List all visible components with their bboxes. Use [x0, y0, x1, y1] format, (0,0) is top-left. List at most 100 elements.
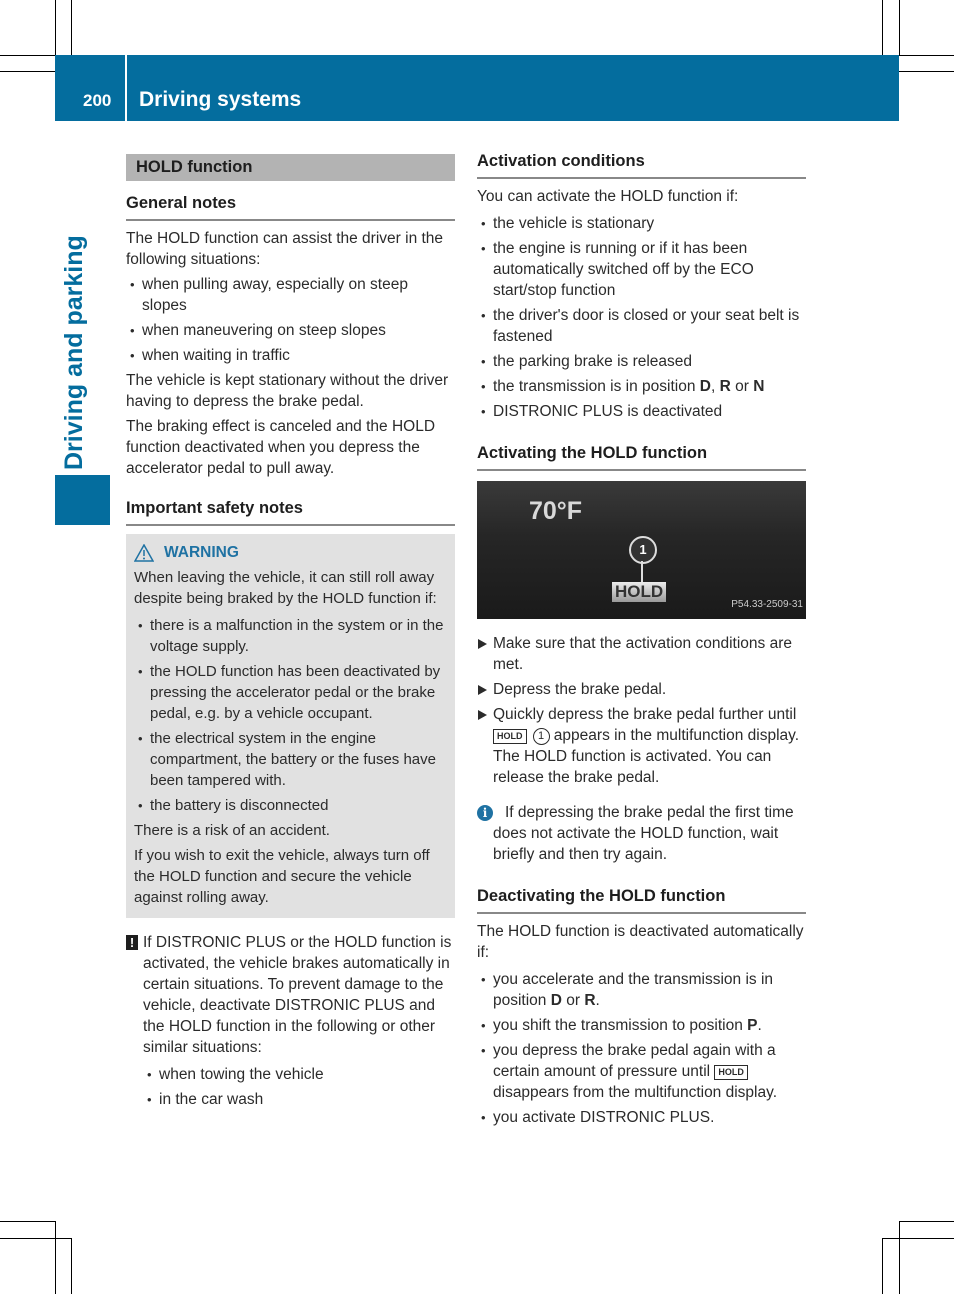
- text: you shift the transmission to position: [493, 1017, 748, 1034]
- warning-list: there is a malfunction in the system or …: [134, 615, 447, 816]
- list-item: the driver's door is closed or your seat…: [477, 305, 806, 347]
- list-item: in the car wash: [143, 1089, 455, 1110]
- paragraph: The vehicle is kept stationary without t…: [126, 372, 449, 410]
- warning-triangle-icon: [134, 543, 154, 562]
- gear-p: P: [747, 1017, 758, 1034]
- list-item: you depress the brake pedal again with a…: [477, 1040, 806, 1103]
- image-code: P54.33-2509-31: [731, 599, 803, 610]
- step: Quickly depress the brake pedal further …: [477, 704, 806, 788]
- notice: ! If DISTRONIC PLUS or the HOLD function…: [126, 932, 455, 1110]
- crop-mark: [0, 1221, 55, 1222]
- deactivating-heading: Deactivating the HOLD function: [477, 885, 806, 914]
- info-icon: i: [477, 805, 493, 821]
- general-notes-intro: The HOLD function can assist the driver …: [126, 230, 444, 268]
- crop-mark: [0, 55, 55, 56]
- text: or: [561, 992, 585, 1009]
- activating-heading: Activating the HOLD function: [477, 442, 806, 471]
- step: Make sure that the activation conditions…: [477, 633, 806, 675]
- crop-mark: [0, 1238, 71, 1239]
- temperature-readout: 70°F: [529, 497, 583, 525]
- advice-text: If you wish to exit the vehicle, always …: [134, 847, 430, 906]
- list-item: the electrical system in the engine comp…: [134, 728, 447, 791]
- crop-mark: [71, 0, 72, 55]
- list-item: you accelerate and the transmission is i…: [477, 969, 806, 1011]
- callout-line: [641, 561, 643, 583]
- crop-mark: [0, 71, 55, 72]
- activation-steps: Make sure that the activation conditions…: [477, 633, 806, 788]
- list-item: the engine is running or if it has been …: [477, 238, 806, 301]
- risk-text: There is a risk of an accident.: [134, 822, 330, 839]
- gear-n: N: [753, 378, 765, 395]
- list-item: the transmission is in position D, R or …: [477, 376, 806, 397]
- warning-header: WARNING: [134, 542, 447, 563]
- chapter-title: Driving systems: [139, 88, 302, 111]
- notice-text: If DISTRONIC PLUS or the HOLD function i…: [143, 934, 452, 1056]
- text: you accelerate and the transmission is i…: [493, 971, 774, 1009]
- multifunction-display-image: 70°F 1 HOLD P54.33-2509-31: [477, 481, 806, 619]
- list-item: when towing the vehicle: [143, 1064, 455, 1085]
- deactivating-intro: The HOLD function is deactivated automat…: [477, 923, 804, 961]
- info-note: i If depressing the brake pedal the firs…: [477, 802, 806, 865]
- callout-marker: 1: [629, 536, 657, 564]
- list-item: when maneuvering on steep slopes: [126, 320, 455, 341]
- side-tab-marker: [55, 475, 110, 525]
- text: disappears from the multifunction displa…: [493, 1084, 778, 1101]
- crop-mark: [882, 1238, 954, 1239]
- notice-list: when towing the vehicle in the car wash: [143, 1064, 455, 1110]
- side-tab-label: Driving and parking: [60, 235, 88, 470]
- callout-number-icon: 1: [532, 728, 550, 745]
- list-item: the parking brake is released: [477, 351, 806, 372]
- text: .: [595, 992, 600, 1009]
- list-item: when waiting in traffic: [126, 345, 455, 366]
- warning-box: WARNING When leaving the vehicle, it can…: [126, 534, 455, 918]
- crop-mark: [55, 0, 56, 55]
- crop-mark: [899, 1221, 900, 1294]
- text: Quickly depress the brake pedal further …: [493, 706, 797, 723]
- activation-list: the vehicle is stationary the engine is …: [477, 213, 806, 422]
- section-title: HOLD function: [126, 154, 455, 181]
- text: appears in the multifunction display.: [549, 727, 800, 744]
- gear-d: D: [699, 378, 711, 395]
- list-item: the vehicle is stationary: [477, 213, 806, 234]
- crop-mark: [55, 1221, 56, 1294]
- gear-r: R: [584, 992, 596, 1009]
- crop-mark: [899, 55, 954, 56]
- hold-badge-icon: HOLD: [493, 729, 527, 744]
- safety-notes-heading: Important safety notes: [126, 497, 455, 526]
- page-header: 200 Driving systems: [55, 55, 899, 121]
- deactivation-list: you accelerate and the transmission is i…: [477, 969, 806, 1128]
- hold-badge-icon: HOLD: [714, 1065, 748, 1080]
- right-column: Activation conditions You can activate t…: [477, 150, 806, 1132]
- general-notes-heading: General notes: [126, 192, 455, 221]
- gear-r: R: [719, 378, 731, 395]
- list-item: you shift the transmission to position P…: [477, 1015, 806, 1036]
- crop-mark: [899, 1221, 954, 1222]
- crop-mark: [899, 71, 954, 72]
- warning-intro: When leaving the vehicle, it can still r…: [134, 569, 437, 607]
- list-item: the battery is disconnected: [134, 795, 447, 816]
- warning-label: WARNING: [164, 544, 239, 561]
- situations-list: when pulling away, especially on steep s…: [126, 274, 455, 366]
- list-item: the HOLD function has been deactivated b…: [134, 661, 447, 724]
- list-item: you activate DISTRONIC PLUS.: [477, 1107, 806, 1128]
- crop-mark: [882, 1238, 883, 1294]
- list-item: when pulling away, especially on steep s…: [126, 274, 455, 316]
- hold-indicator: HOLD: [612, 582, 667, 602]
- info-text: If depressing the brake pedal the first …: [493, 804, 794, 863]
- header-divider: [125, 55, 127, 121]
- crop-mark: [71, 1238, 72, 1294]
- text: or: [730, 378, 754, 395]
- paragraph: The braking effect is canceled and the H…: [126, 418, 436, 477]
- activation-intro: You can activate the HOLD function if:: [477, 188, 739, 205]
- activation-conditions-heading: Activation conditions: [477, 150, 806, 179]
- list-item: DISTRONIC PLUS is deactivated: [477, 401, 806, 422]
- left-column: HOLD function General notes The HOLD fun…: [126, 154, 455, 1114]
- gear-d: D: [550, 992, 562, 1009]
- text: the transmission is in position: [493, 378, 700, 395]
- exclamation-icon: !: [126, 935, 138, 950]
- list-item: there is a malfunction in the system or …: [134, 615, 447, 657]
- crop-mark: [882, 0, 883, 55]
- text: ,: [710, 378, 720, 395]
- page-number: 200: [83, 91, 112, 110]
- step-result: The HOLD function is activated. You can …: [493, 748, 772, 786]
